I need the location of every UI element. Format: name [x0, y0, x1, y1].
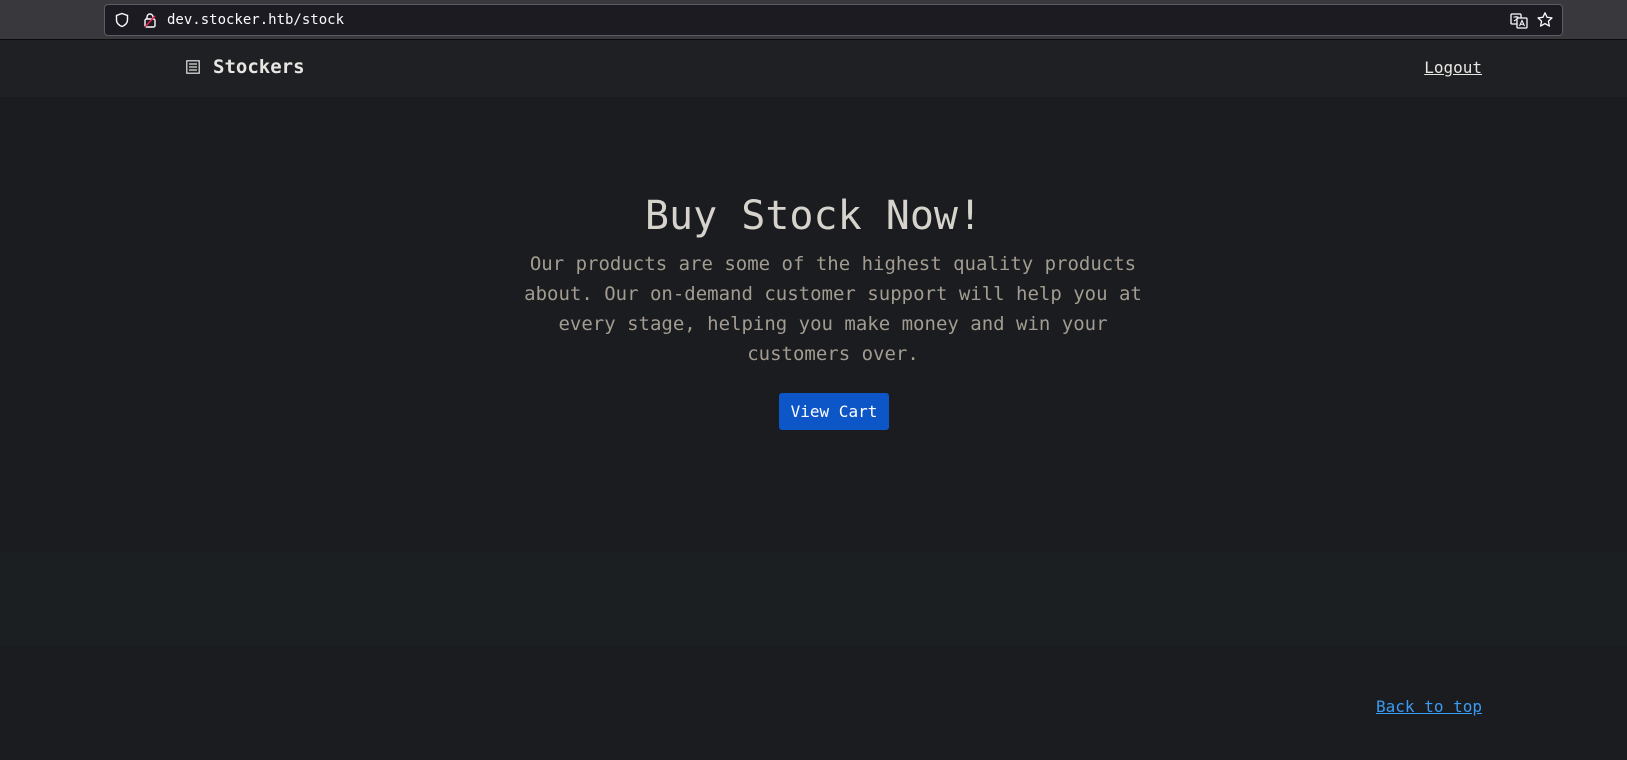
- url-text[interactable]: dev.stocker.htb/stock: [167, 11, 344, 29]
- brand-name: Stockers: [213, 56, 305, 78]
- content-band: [0, 552, 1627, 646]
- hero-description: Our products are some of the highest qua…: [524, 253, 1142, 365]
- site-footer: Back to top: [0, 646, 1627, 760]
- view-cart-button[interactable]: View Cart: [779, 393, 889, 430]
- star-icon[interactable]: [1536, 11, 1554, 29]
- site-header: Stockers Logout: [0, 40, 1627, 97]
- browser-toolbar: dev.stocker.htb/stock: [0, 0, 1627, 40]
- back-to-top-link[interactable]: Back to top: [1376, 697, 1482, 716]
- lock-icon[interactable]: [142, 12, 158, 28]
- logout-link[interactable]: Logout: [1424, 58, 1482, 77]
- translate-icon[interactable]: [1510, 12, 1528, 30]
- url-bar[interactable]: dev.stocker.htb/stock: [104, 4, 1563, 36]
- brand-link[interactable]: Stockers: [186, 56, 305, 78]
- hero-section: Buy Stock Now! Our products are some of …: [0, 97, 1627, 552]
- shield-icon[interactable]: [114, 12, 130, 28]
- page-title: Buy Stock Now!: [644, 193, 983, 239]
- document-icon: [186, 60, 200, 74]
